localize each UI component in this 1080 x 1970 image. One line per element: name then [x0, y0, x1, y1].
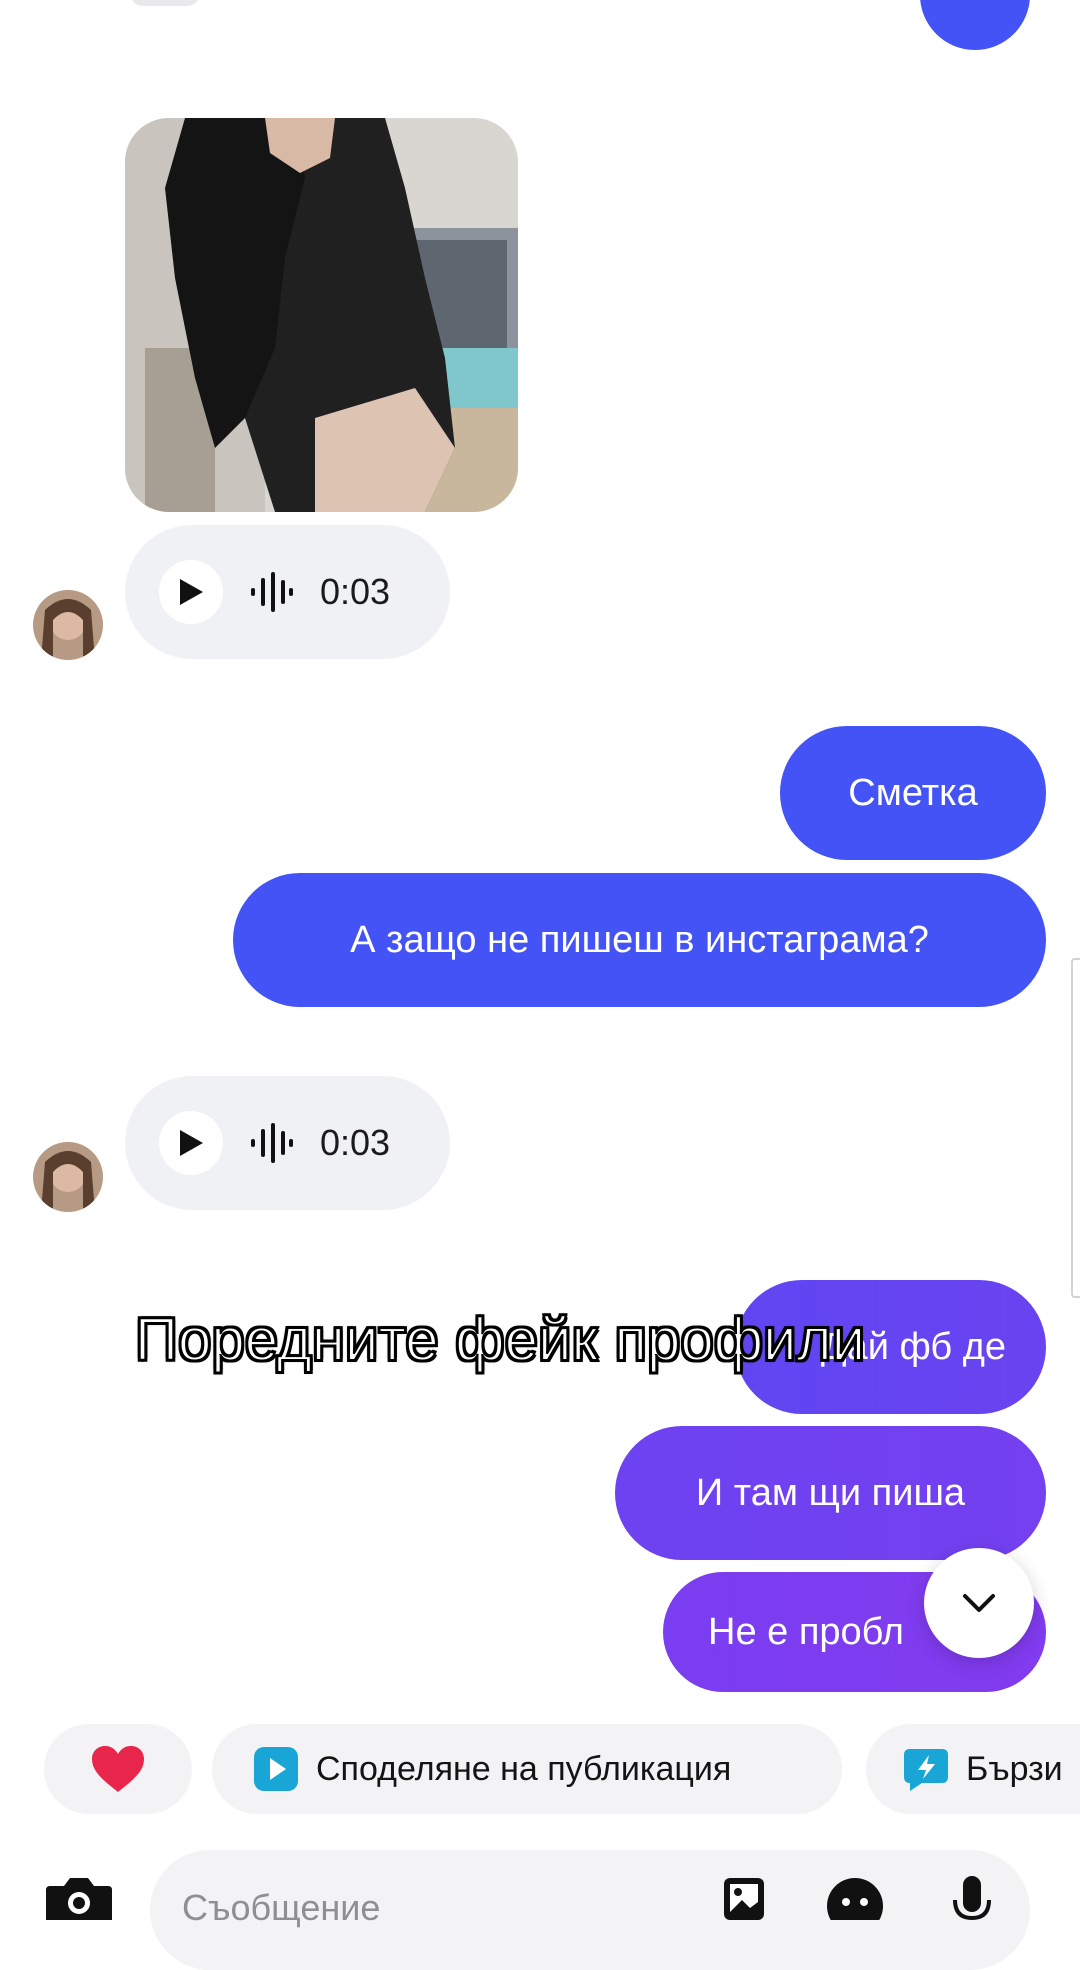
message-composer[interactable]	[150, 1850, 1030, 1970]
scroll-indicator[interactable]	[1071, 958, 1080, 1298]
share-post-chip[interactable]: Споделяне на публикация	[212, 1724, 842, 1814]
incoming-photo-message[interactable]	[125, 118, 518, 512]
quick-replies-chip[interactable]: Бързи	[866, 1724, 1080, 1814]
quick-reply-icon	[904, 1749, 948, 1791]
photo-image	[125, 118, 518, 512]
microphone-icon[interactable]	[952, 1876, 992, 1920]
heart-icon	[92, 1746, 144, 1792]
outgoing-message[interactable]: А защо не пишеш в инстаграма?	[233, 873, 1046, 1007]
play-button[interactable]	[159, 560, 223, 624]
contact-avatar[interactable]	[33, 1142, 103, 1212]
waveform-icon	[251, 572, 293, 612]
outgoing-message[interactable]: Сметка	[780, 726, 1046, 860]
avatar-image	[33, 1142, 103, 1212]
avatar-image	[33, 590, 103, 660]
voice-duration: 0:03	[320, 571, 391, 612]
message-text: Не е пробл	[708, 1610, 904, 1653]
camera-icon[interactable]	[44, 1876, 114, 1920]
scroll-to-bottom-button[interactable]	[924, 1548, 1034, 1658]
message-text: И там щи пиша	[695, 1471, 966, 1514]
play-button[interactable]	[159, 1111, 223, 1175]
chip-label: Бързи	[966, 1749, 1063, 1788]
incoming-voice-message[interactable]: 0:03	[125, 525, 450, 659]
play-icon	[180, 579, 203, 605]
previous-outgoing-bubble[interactable]	[920, 0, 1030, 50]
voice-duration: 0:03	[320, 1122, 391, 1163]
message-text: Дай фб де	[820, 1325, 1006, 1368]
chip-label: Споделяне на публикация	[316, 1749, 732, 1788]
previous-message-edge	[130, 0, 200, 6]
chevron-down-icon	[963, 1594, 995, 1612]
gallery-icon[interactable]	[720, 1876, 768, 1920]
sticker-icon[interactable]	[825, 1876, 885, 1920]
message-text: Сметка	[848, 771, 978, 814]
heart-reaction-chip[interactable]	[44, 1724, 192, 1814]
outgoing-message[interactable]: Дай фб де	[735, 1280, 1046, 1414]
waveform-icon	[251, 1123, 293, 1163]
outgoing-message[interactable]: И там щи пиша	[615, 1426, 1046, 1560]
play-icon	[180, 1130, 203, 1156]
contact-avatar[interactable]	[33, 590, 103, 660]
message-text: А защо не пишеш в инстаграма?	[350, 918, 929, 961]
share-post-icon	[254, 1747, 298, 1791]
message-input[interactable]	[180, 1886, 584, 1930]
incoming-voice-message[interactable]: 0:03	[125, 1076, 450, 1210]
